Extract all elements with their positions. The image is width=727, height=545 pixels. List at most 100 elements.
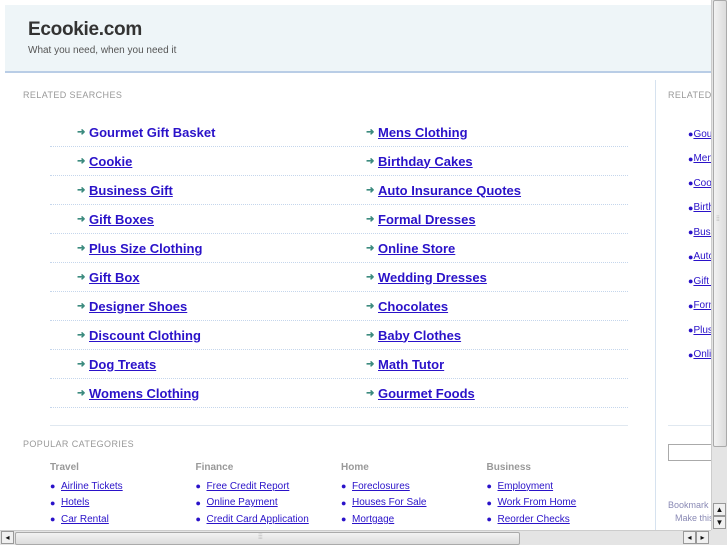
scroll-down-button[interactable]: ▼: [713, 516, 726, 529]
related-searches-title: RELATED SEARCHES: [23, 90, 123, 100]
related-link[interactable]: Womens Clothing: [89, 386, 199, 401]
related-link[interactable]: Math Tutor: [378, 357, 444, 372]
related-row: ➜ Dog Treats ➜ Math Tutor: [50, 350, 628, 379]
scroll-right-button[interactable]: ▸: [696, 531, 709, 544]
related-link[interactable]: Wedding Dresses: [378, 270, 487, 285]
bullet-icon: ●: [341, 497, 347, 508]
category-item: ● Credit Card Application: [196, 511, 341, 528]
related-link[interactable]: Gift Box: [89, 270, 140, 285]
sidebar-item: ●Gift Boxes: [688, 269, 711, 294]
category-item: ● Reorder Checks: [487, 511, 632, 528]
related-link[interactable]: Baby Clothes: [378, 328, 461, 343]
sidebar-item: ●Gourmet Gift Basket: [688, 122, 711, 147]
related-link[interactable]: Plus Size Clothing: [89, 241, 202, 256]
related-item: ➜ Cookie: [50, 154, 339, 169]
related-link[interactable]: Online Store: [378, 241, 455, 256]
related-link[interactable]: Auto Insurance Quotes: [378, 183, 521, 198]
related-link[interactable]: Cookie: [89, 154, 132, 169]
related-row: ➜ Womens Clothing ➜ Gourmet Foods: [50, 379, 628, 408]
vertical-scrollbar[interactable]: ⁞⁞⁞ ▲ ▼: [711, 0, 727, 530]
sidebar-item: ●Formal Dresses: [688, 294, 711, 319]
sidebar-link[interactable]: Formal Dresses: [693, 300, 711, 311]
related-item: ➜ Auto Insurance Quotes: [339, 183, 628, 198]
arrow-icon: ➜: [77, 387, 86, 399]
vertical-scroll-thumb[interactable]: ⁞⁞⁞: [713, 0, 727, 447]
related-row: ➜ Cookie ➜ Birthday Cakes: [50, 147, 628, 176]
category-link[interactable]: Mortgage: [352, 514, 394, 525]
category-link[interactable]: Employment: [498, 481, 554, 492]
category-link[interactable]: Work From Home: [498, 497, 577, 508]
sidebar-title: RELATED: [668, 90, 711, 100]
arrow-icon: ➜: [77, 126, 86, 138]
category-link[interactable]: Credit Card Application: [207, 514, 309, 525]
bookmark-link[interactable]: Bookmark: [668, 500, 709, 510]
arrow-icon: ➜: [77, 300, 86, 312]
sidebar-link[interactable]: Auto Insurance Quotes: [693, 251, 711, 262]
arrow-icon: ➜: [366, 155, 375, 167]
category-link[interactable]: Hotels: [61, 497, 89, 508]
category-item: ● Mortgage: [341, 511, 486, 528]
related-link[interactable]: Chocolates: [378, 299, 448, 314]
related-row: ➜ Business Gift ➜ Auto Insurance Quotes: [50, 176, 628, 205]
related-item: ➜ Mens Clothing: [339, 125, 628, 140]
related-item: ➜ Gourmet Foods: [339, 386, 628, 401]
category-link[interactable]: Houses For Sale: [352, 497, 426, 508]
sidebar-link[interactable]: Cookie: [693, 178, 711, 189]
arrow-icon: ➜: [77, 329, 86, 341]
category-heading: Travel: [50, 462, 79, 473]
horizontal-scrollbar[interactable]: ◂ ⁞⁞⁞⁞ ◂ ▸: [0, 530, 711, 545]
sidebar-item: ●Auto Insurance Quotes: [688, 245, 711, 270]
related-item: ➜ Gift Boxes: [50, 212, 339, 227]
sidebar-link[interactable]: Birthday Cakes: [693, 202, 711, 213]
related-item: ➜ Plus Size Clothing: [50, 241, 339, 256]
category-item: ● Houses For Sale: [341, 495, 486, 512]
scroll-up-button[interactable]: ▲: [713, 503, 726, 516]
make-homepage-link[interactable]: Make this: [675, 513, 711, 523]
sidebar-search-input[interactable]: [668, 444, 711, 461]
arrow-icon: ➜: [366, 242, 375, 254]
related-link[interactable]: Business Gift: [89, 183, 173, 198]
divider: [50, 425, 628, 426]
sidebar-link[interactable]: Gourmet Gift Basket: [693, 129, 711, 140]
arrow-icon: ➜: [77, 213, 86, 225]
sidebar-link[interactable]: Gift Boxes: [693, 276, 711, 287]
related-link[interactable]: Dog Treats: [89, 357, 156, 372]
related-link[interactable]: Gift Boxes: [89, 212, 154, 227]
category-link[interactable]: Online Payment: [207, 497, 278, 508]
related-item: ➜ Formal Dresses: [339, 212, 628, 227]
arrow-icon: ➜: [366, 329, 375, 341]
related-row: ➜ Discount Clothing ➜ Baby Clothes: [50, 321, 628, 350]
category-heading: Business: [486, 462, 531, 473]
sidebar-link[interactable]: Mens Clothing: [693, 153, 711, 164]
page: Ecookie.com What you need, when you need…: [0, 0, 711, 530]
arrow-icon: ➜: [366, 184, 375, 196]
header: Ecookie.com What you need, when you need…: [5, 5, 711, 73]
related-link[interactable]: Gourmet Foods: [378, 386, 475, 401]
related-link[interactable]: Gourmet Gift Basket: [89, 125, 215, 140]
related-link[interactable]: Mens Clothing: [378, 125, 468, 140]
related-link[interactable]: Designer Shoes: [89, 299, 187, 314]
scroll-left-button-2[interactable]: ◂: [683, 531, 696, 544]
sidebar-link[interactable]: Business Gift: [693, 227, 711, 238]
category-link[interactable]: Airline Tickets: [61, 481, 123, 492]
category-link[interactable]: Car Rental: [61, 514, 109, 525]
bullet-icon: ●: [195, 514, 201, 525]
related-row: ➜ Designer Shoes ➜ Chocolates: [50, 292, 628, 321]
category-link[interactable]: Free Credit Report: [207, 481, 290, 492]
category-item: ● Free Credit Report: [196, 478, 341, 495]
related-link[interactable]: Discount Clothing: [89, 328, 201, 343]
category-link[interactable]: Reorder Checks: [498, 514, 570, 525]
sidebar-link[interactable]: Plus Size Clothing: [693, 325, 711, 336]
related-item: ➜ Birthday Cakes: [339, 154, 628, 169]
sidebar-item: ●Business Gift: [688, 220, 711, 245]
category-links: ● Airline Tickets ● Hotels ● Car Rental: [50, 478, 195, 528]
horizontal-scroll-thumb[interactable]: ⁞⁞⁞⁞: [15, 532, 520, 545]
bullet-icon: ●: [486, 497, 492, 508]
scroll-left-button[interactable]: ◂: [1, 531, 14, 544]
related-link[interactable]: Formal Dresses: [378, 212, 476, 227]
related-link[interactable]: Birthday Cakes: [378, 154, 473, 169]
sidebar-item: ●Mens Clothing: [688, 147, 711, 172]
sidebar-link[interactable]: Online Store: [693, 349, 711, 360]
related-item: ➜ Designer Shoes: [50, 299, 339, 314]
category-link[interactable]: Foreclosures: [352, 481, 410, 492]
